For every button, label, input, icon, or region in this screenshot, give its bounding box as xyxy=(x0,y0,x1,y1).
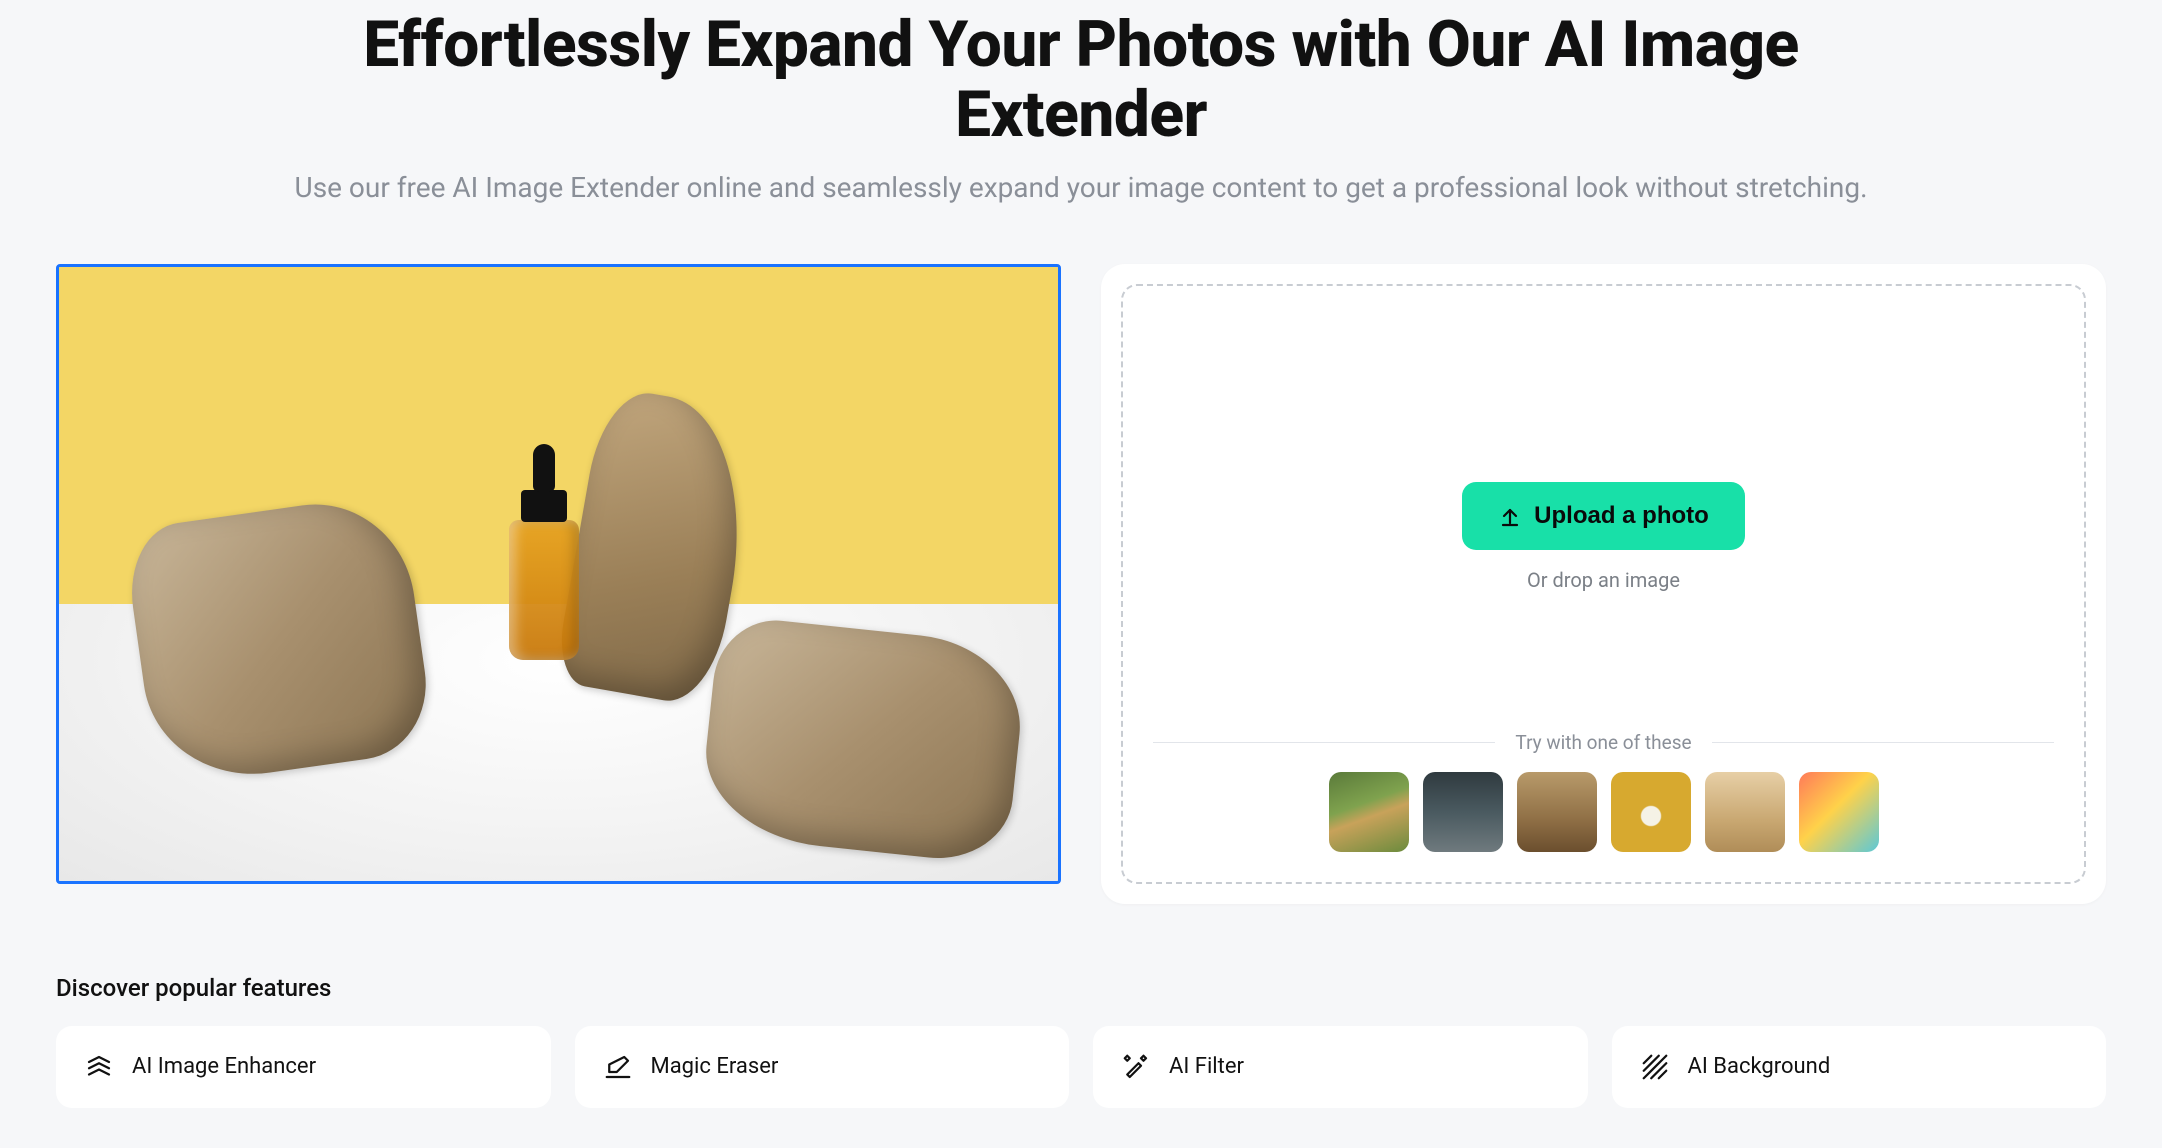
sample-thumb[interactable] xyxy=(1329,772,1409,852)
page-subtitle: Use our free AI Image Extender online an… xyxy=(181,171,1981,204)
feature-label: AI Background xyxy=(1688,1054,1831,1079)
sample-thumb[interactable] xyxy=(1517,772,1597,852)
upload-card: Upload a photo Or drop an image Try with… xyxy=(1101,264,2106,904)
preview-image xyxy=(59,267,1058,881)
crop-handle-top-left[interactable] xyxy=(56,264,82,290)
sample-thumb[interactable] xyxy=(1799,772,1879,852)
filter-icon xyxy=(1121,1052,1151,1082)
feature-label: AI Filter xyxy=(1169,1054,1244,1079)
crop-handle-bottom-right[interactable] xyxy=(1035,858,1061,884)
page-title: Effortlessly Expand Your Photos with Our… xyxy=(281,10,1881,151)
sample-row xyxy=(1153,772,2054,852)
sample-thumb[interactable] xyxy=(1423,772,1503,852)
upload-button-label: Upload a photo xyxy=(1534,502,1709,530)
feature-label: Magic Eraser xyxy=(651,1054,779,1079)
feature-ai-background[interactable]: AI Background xyxy=(1612,1026,2107,1108)
crop-handle-bottom-left[interactable] xyxy=(56,858,82,884)
dropzone[interactable]: Upload a photo Or drop an image Try with… xyxy=(1121,284,2086,884)
upload-icon xyxy=(1498,504,1522,528)
features-heading: Discover popular features xyxy=(56,974,2106,1002)
drop-hint: Or drop an image xyxy=(1527,568,1680,592)
background-icon xyxy=(1640,1052,1670,1082)
feature-ai-image-enhancer[interactable]: AI Image Enhancer xyxy=(56,1026,551,1108)
crop-handle-mid-right[interactable] xyxy=(1047,554,1061,594)
feature-ai-filter[interactable]: AI Filter xyxy=(1093,1026,1588,1108)
upload-button[interactable]: Upload a photo xyxy=(1462,482,1745,550)
samples-heading: Try with one of these xyxy=(1515,731,1691,754)
feature-label: AI Image Enhancer xyxy=(132,1054,316,1079)
feature-magic-eraser[interactable]: Magic Eraser xyxy=(575,1026,1070,1108)
sample-thumb[interactable] xyxy=(1705,772,1785,852)
sample-thumb[interactable] xyxy=(1611,772,1691,852)
preview-frame[interactable] xyxy=(56,264,1061,884)
crop-handle-top-right[interactable] xyxy=(1035,264,1061,290)
eraser-icon xyxy=(603,1052,633,1082)
enhancer-icon xyxy=(84,1052,114,1082)
crop-handle-mid-left[interactable] xyxy=(56,554,70,594)
